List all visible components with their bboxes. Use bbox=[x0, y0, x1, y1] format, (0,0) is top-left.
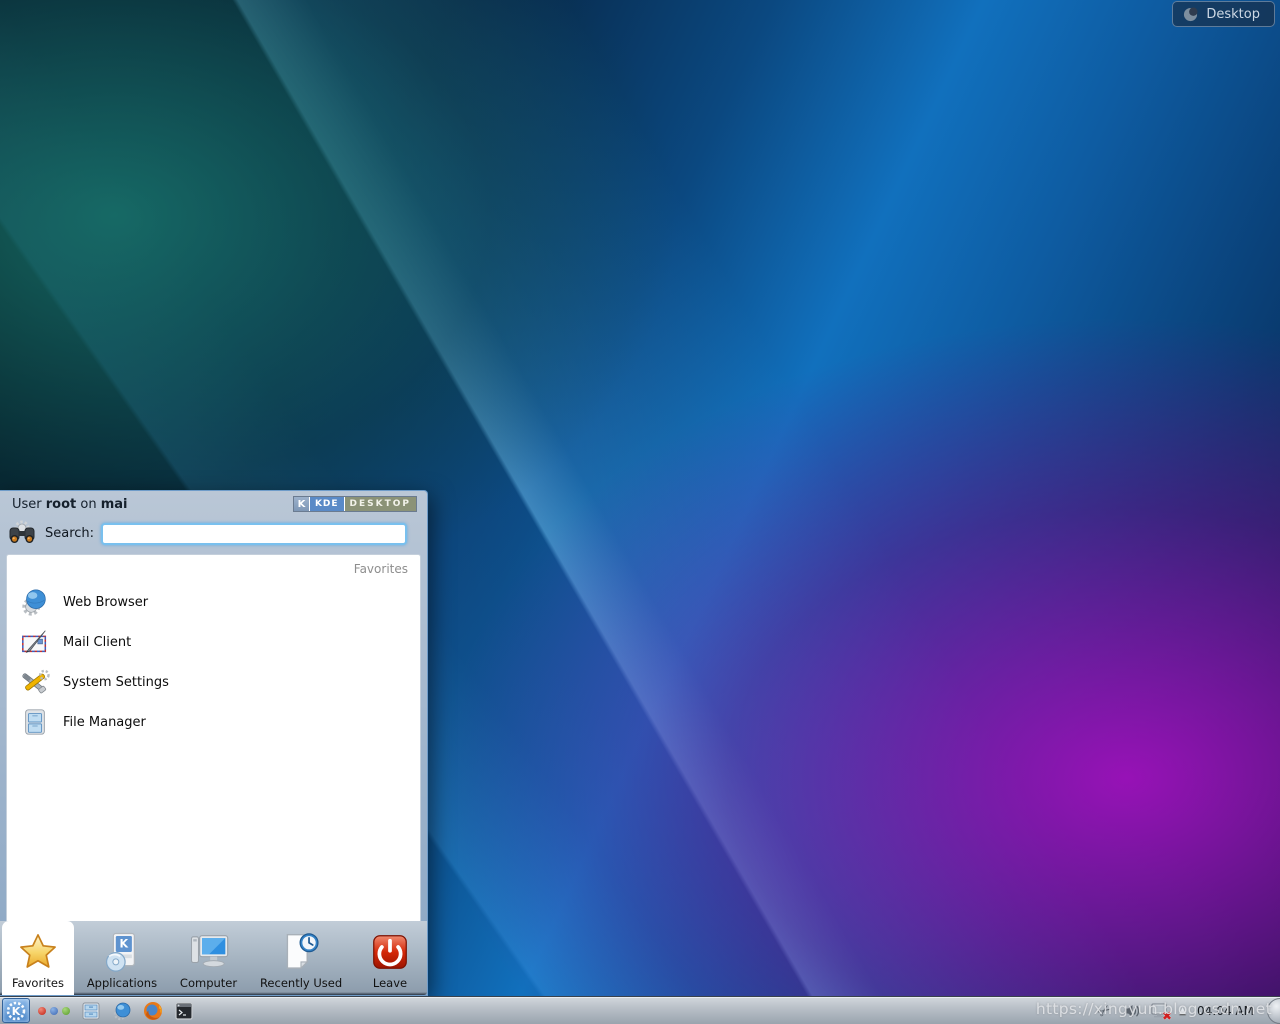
favorites-item-label: File Manager bbox=[63, 715, 146, 730]
activity-pager[interactable] bbox=[38, 1007, 70, 1015]
tab-label: Recently Used bbox=[260, 976, 342, 990]
favorites-section-label: Favorites bbox=[354, 562, 408, 576]
desktop-toolbox-label: Desktop bbox=[1206, 7, 1260, 22]
pager-dot-blue[interactable] bbox=[50, 1007, 58, 1015]
favorites-item-mail-client[interactable]: Mail Client bbox=[7, 622, 420, 662]
kickoff-tabbar: Favorites K Applications bbox=[0, 921, 427, 995]
kde-gear-icon: K bbox=[6, 1001, 26, 1021]
desktop-toolbox-button[interactable]: Desktop bbox=[1172, 1, 1275, 27]
mail-client-icon bbox=[20, 627, 50, 657]
tab-label: Applications bbox=[87, 976, 157, 990]
favorites-list: Web Browser Mail Client bbox=[7, 555, 420, 742]
computer-monitor-icon bbox=[188, 931, 230, 973]
favorites-item-label: Mail Client bbox=[63, 635, 131, 650]
svg-text:K: K bbox=[119, 938, 128, 951]
document-clock-icon bbox=[280, 931, 322, 973]
search-input[interactable] bbox=[101, 523, 407, 545]
network-tray-icon[interactable]: ✖ bbox=[1150, 1002, 1170, 1020]
search-label: Search: bbox=[45, 526, 94, 541]
file-drawer-icon bbox=[81, 1001, 101, 1021]
pager-dot-green[interactable] bbox=[62, 1007, 70, 1015]
firefox-launcher[interactable] bbox=[142, 1000, 164, 1022]
pager-dot-red[interactable] bbox=[38, 1007, 46, 1015]
globe-gear-icon bbox=[112, 1001, 132, 1021]
speaker-icon bbox=[1123, 1002, 1141, 1020]
star-icon bbox=[17, 931, 59, 973]
kickoff-search-row: Search: bbox=[0, 517, 427, 554]
favorites-item-label: Web Browser bbox=[63, 595, 148, 610]
favorites-item-web-browser[interactable]: Web Browser bbox=[7, 582, 420, 622]
favorites-item-file-manager[interactable]: File Manager bbox=[7, 702, 420, 742]
network-disconnected-x-icon: ✖ bbox=[1162, 1010, 1172, 1022]
file-manager-icon bbox=[20, 707, 50, 737]
power-icon bbox=[370, 932, 410, 972]
scissors-icon: ✂ bbox=[1095, 1000, 1115, 1021]
badge-kde-label: KDE bbox=[310, 497, 345, 511]
klipper-tray-icon[interactable]: ✂ bbox=[1096, 1002, 1114, 1020]
panel-cashew-button[interactable] bbox=[1267, 998, 1280, 1024]
terminal-launcher[interactable] bbox=[173, 1000, 195, 1022]
file-manager-launcher[interactable] bbox=[80, 1000, 102, 1022]
tab-favorites[interactable]: Favorites bbox=[2, 921, 74, 995]
kickoff-menu: User root on mai K KDE DESKTOP Search: F… bbox=[0, 490, 428, 996]
kickoff-user-title: User root on mai bbox=[12, 497, 128, 512]
firefox-icon bbox=[143, 1001, 163, 1021]
kickoff-header: User root on mai K KDE DESKTOP bbox=[0, 491, 427, 517]
kde-logo-icon: K bbox=[294, 497, 310, 511]
tab-label: Favorites bbox=[12, 976, 64, 990]
tray-expander-arrow-icon[interactable]: ▲ bbox=[1179, 1006, 1186, 1016]
search-binoculars-icon bbox=[6, 520, 38, 548]
tab-label: Computer bbox=[180, 976, 237, 990]
applications-box-icon: K bbox=[102, 931, 142, 973]
terminal-icon bbox=[174, 1001, 194, 1021]
tab-computer[interactable]: Computer bbox=[170, 921, 247, 995]
panel-clock[interactable]: 04:04 AM bbox=[1197, 1004, 1254, 1018]
kde-menu-button[interactable]: K bbox=[2, 998, 30, 1023]
badge-desktop-label: DESKTOP bbox=[345, 497, 416, 511]
web-browser-icon bbox=[20, 587, 50, 617]
system-settings-icon bbox=[20, 667, 50, 697]
taskbar-panel: K bbox=[0, 996, 1280, 1024]
tab-label: Leave bbox=[373, 976, 407, 990]
tab-applications[interactable]: K Applications bbox=[77, 921, 167, 995]
tab-leave[interactable]: Leave bbox=[355, 921, 425, 995]
cashew-icon bbox=[1183, 7, 1198, 22]
konqueror-launcher[interactable] bbox=[111, 1000, 133, 1022]
favorites-item-label: System Settings bbox=[63, 675, 169, 690]
tab-recently-used[interactable]: Recently Used bbox=[250, 921, 352, 995]
kickoff-favorites-panel: Favorites Web Browser bbox=[6, 554, 421, 921]
favorites-item-system-settings[interactable]: System Settings bbox=[7, 662, 420, 702]
kde-desktop-badge: K KDE DESKTOP bbox=[293, 496, 417, 512]
svg-text:K: K bbox=[12, 1005, 21, 1018]
system-tray: ✂ ✖ ▲ 04:04 AM bbox=[1096, 998, 1280, 1024]
volume-tray-icon[interactable] bbox=[1123, 1002, 1141, 1020]
